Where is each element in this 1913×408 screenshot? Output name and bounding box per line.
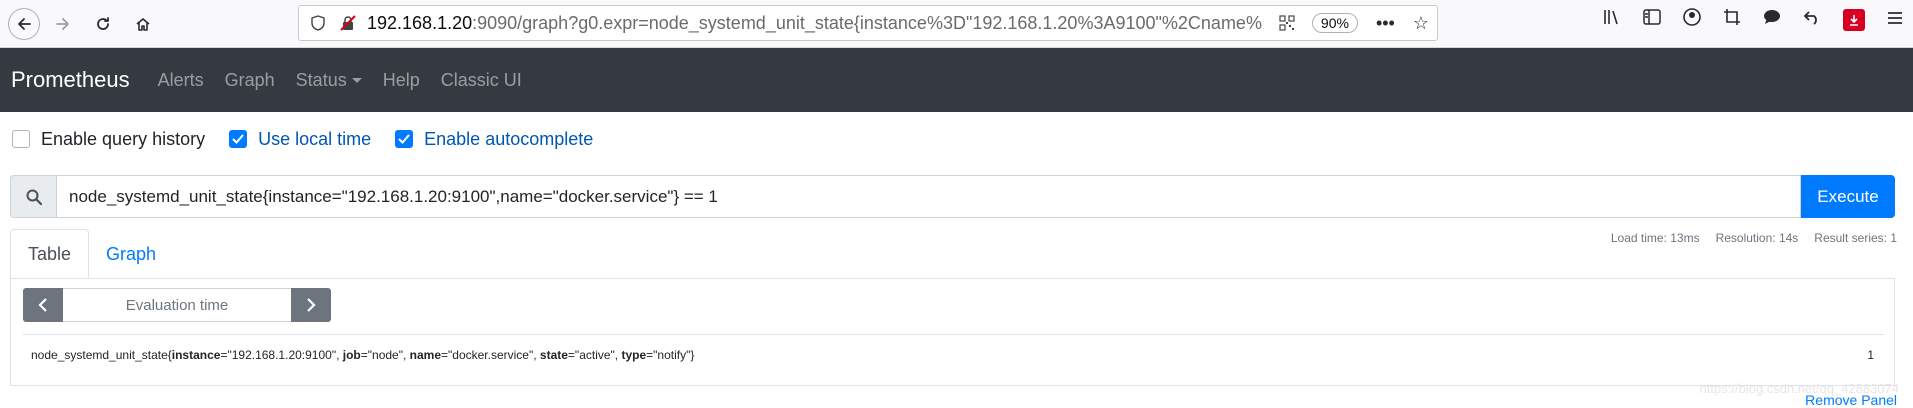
nav-help[interactable]: Help <box>383 70 420 91</box>
hamburger-menu-icon[interactable] <box>1887 9 1903 30</box>
series-label: node_systemd_unit_state{instance="192.16… <box>31 348 695 362</box>
undo-icon[interactable] <box>1803 9 1821 30</box>
option-autocomplete[interactable]: Enable autocomplete <box>395 129 593 150</box>
nav-alerts[interactable]: Alerts <box>158 70 204 91</box>
library-icon[interactable] <box>1603 9 1621 30</box>
zoom-indicator[interactable]: 90% <box>1311 13 1358 33</box>
resolution: Resolution: 14s <box>1715 231 1799 245</box>
query-stats: Load time: 13ms Resolution: 14s Result s… <box>1611 231 1897 245</box>
search-icon <box>10 175 56 218</box>
query-history-checkbox[interactable] <box>12 130 30 148</box>
account-icon[interactable] <box>1683 8 1701 31</box>
checkmark-icon <box>398 134 410 144</box>
nav-classic-ui[interactable]: Classic UI <box>441 70 522 91</box>
evaluation-time-input[interactable]: Evaluation time <box>63 288 291 322</box>
local-time-label: Use local time <box>258 128 372 149</box>
home-icon <box>136 17 150 31</box>
chevron-left-icon <box>38 298 47 312</box>
eval-time-back-button[interactable] <box>23 288 63 322</box>
crop-icon[interactable] <box>1723 8 1741 31</box>
result-table: node_systemd_unit_state{instance="192.16… <box>23 334 1884 375</box>
load-time: Load time: 13ms <box>1610 231 1700 245</box>
local-time-checkbox[interactable] <box>229 130 248 148</box>
browser-toolbar: 192.168.1.20:9090/graph?g0.expr=node_sys… <box>0 0 1913 48</box>
qr-code-icon[interactable] <box>1276 12 1298 34</box>
brand-logo-text[interactable]: Prometheus <box>11 67 130 93</box>
nav-graph[interactable]: Graph <box>225 70 275 91</box>
query-options: Enable query history Use local time Enab… <box>0 112 1913 166</box>
eval-time-forward-button[interactable] <box>291 288 331 322</box>
execute-button[interactable]: Execute <box>1801 175 1895 218</box>
insecure-lock-icon[interactable] <box>337 12 359 34</box>
reload-icon <box>97 16 109 30</box>
chat-icon[interactable] <box>1763 9 1781 30</box>
option-query-history[interactable]: Enable query history <box>12 129 205 150</box>
expression-input-group: node_systemd_unit_state{instance="192.16… <box>10 175 1895 218</box>
shield-icon[interactable] <box>307 12 329 34</box>
reload-button[interactable] <box>86 7 120 41</box>
forward-button[interactable] <box>46 7 80 41</box>
evaluation-time-group: Evaluation time <box>23 288 331 322</box>
autocomplete-checkbox[interactable] <box>395 130 414 148</box>
tab-table[interactable]: Table <box>10 229 90 279</box>
result-series: Result series: 1 <box>1814 231 1897 245</box>
app-navbar: Prometheus Alerts Graph Status Help Clas… <box>0 48 1913 112</box>
nav-status-dropdown[interactable]: Status <box>296 70 362 91</box>
checkmark-icon <box>232 134 244 144</box>
remove-panel-link[interactable]: Remove Panel <box>1805 392 1897 408</box>
address-bar[interactable]: 192.168.1.20:9090/graph?g0.expr=node_sys… <box>298 5 1438 41</box>
series-value: 1 <box>1867 348 1874 362</box>
chevron-right-icon <box>307 298 316 312</box>
caret-down-icon <box>351 77 362 83</box>
table-row: node_systemd_unit_state{instance="192.16… <box>23 335 1884 375</box>
panel-tabs: Table Graph <box>10 229 173 279</box>
table-panel: Evaluation time node_systemd_unit_state{… <box>10 278 1895 386</box>
arrow-left-icon <box>18 17 31 30</box>
tab-graph[interactable]: Graph <box>89 229 173 279</box>
extension-download-icon[interactable] <box>1843 8 1865 31</box>
expression-input[interactable]: node_systemd_unit_state{instance="192.16… <box>56 175 1801 218</box>
arrow-right-icon <box>56 17 69 30</box>
back-button[interactable] <box>8 7 40 40</box>
option-local-time[interactable]: Use local time <box>229 129 371 150</box>
bookmark-star-icon[interactable]: ☆ <box>1413 13 1429 34</box>
nav-status-label: Status <box>295 69 347 90</box>
page-actions-icon[interactable]: ••• <box>1376 13 1395 34</box>
sidebar-icon[interactable] <box>1643 9 1661 30</box>
url-text: 192.168.1.20:9090/graph?g0.expr=node_sys… <box>367 12 1262 33</box>
query-history-label: Enable query history <box>41 128 206 149</box>
home-button[interactable] <box>126 7 160 41</box>
autocomplete-label: Enable autocomplete <box>424 128 594 149</box>
